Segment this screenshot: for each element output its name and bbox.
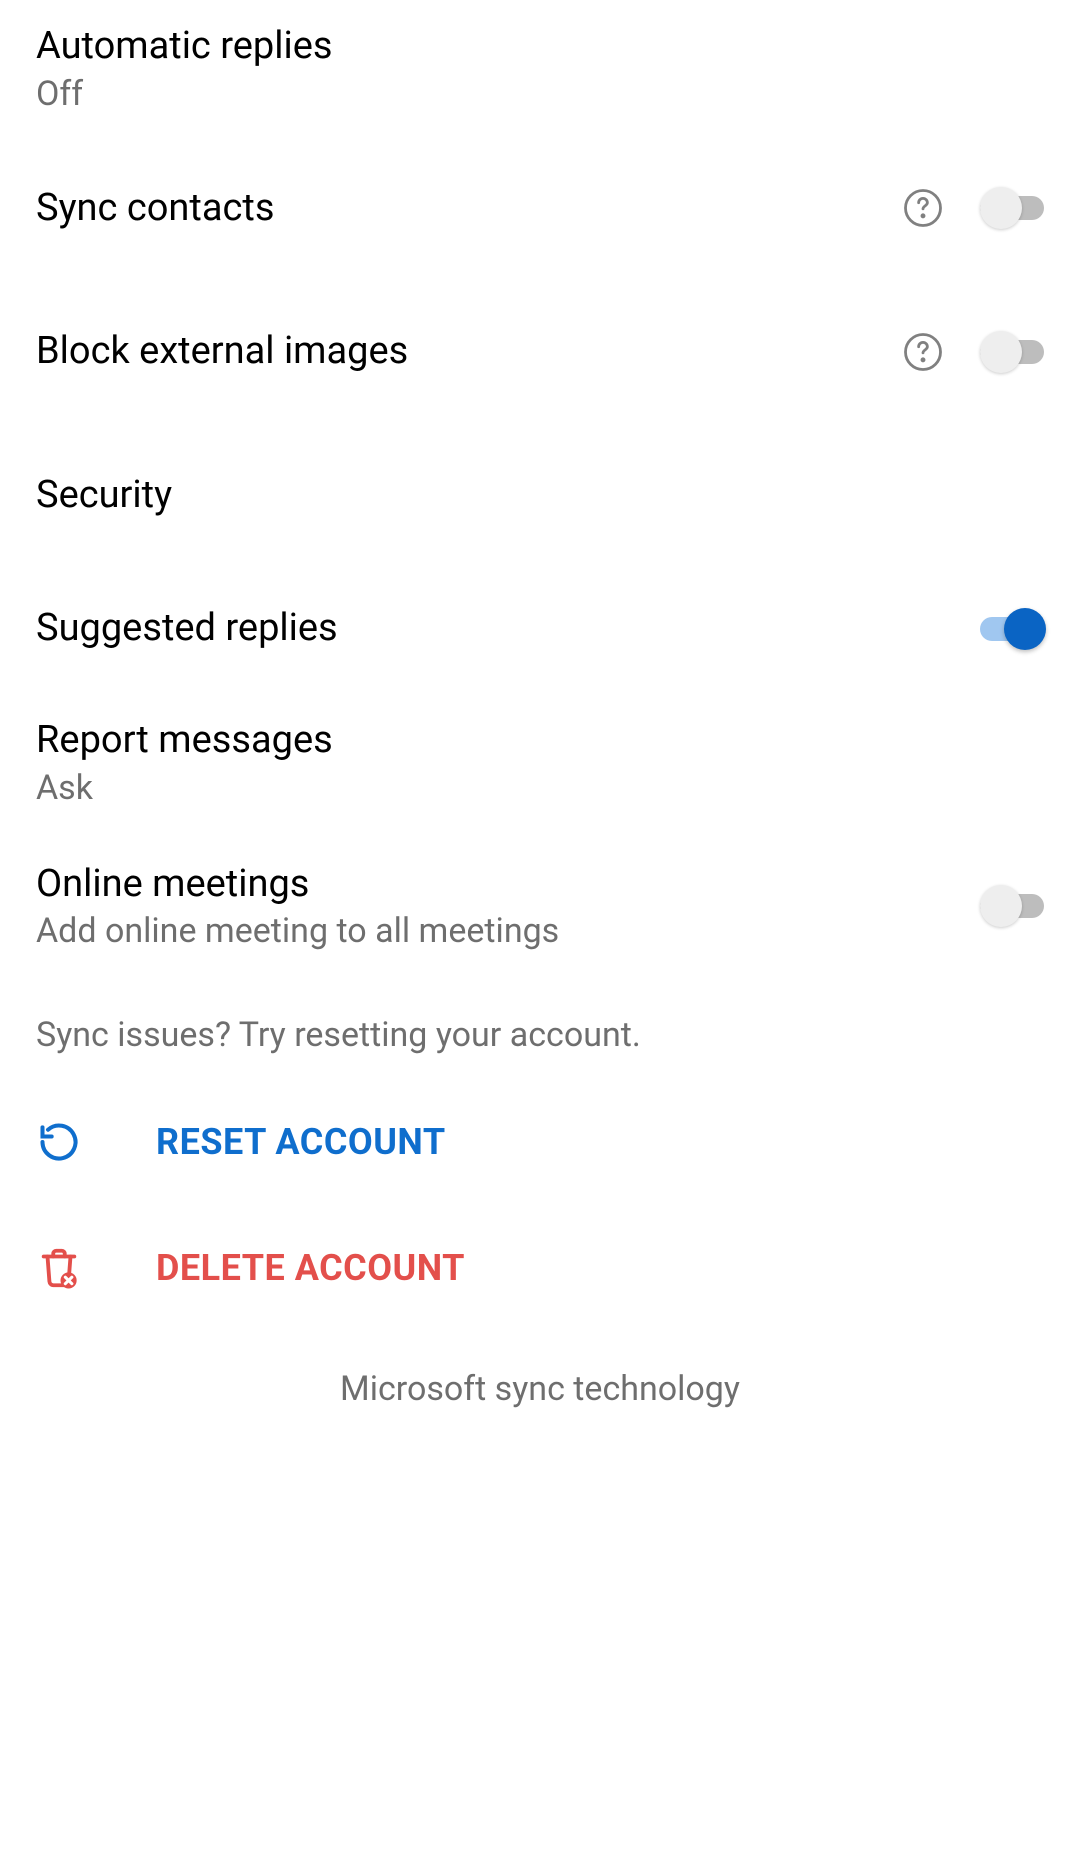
automatic-replies-title: Automatic replies [36, 24, 1044, 70]
reset-account-button[interactable]: RESET ACCOUNT [36, 1079, 1044, 1205]
online-meetings-title: Online meetings [36, 862, 980, 908]
automatic-replies-row[interactable]: Automatic replies Off [36, 0, 1044, 144]
reset-icon [36, 1119, 82, 1165]
suggested-replies-row[interactable]: Suggested replies [36, 564, 1044, 694]
delete-account-label: DELETE ACCOUNT [156, 1247, 465, 1289]
delete-account-button[interactable]: DELETE ACCOUNT [36, 1205, 1044, 1331]
block-external-images-toggle[interactable] [980, 331, 1044, 373]
online-meetings-toggle[interactable] [980, 885, 1044, 927]
suggested-replies-toggle[interactable] [980, 608, 1044, 650]
reset-account-label: RESET ACCOUNT [156, 1121, 446, 1163]
suggested-replies-title: Suggested replies [36, 606, 980, 652]
help-icon[interactable] [902, 331, 944, 373]
help-icon[interactable] [902, 187, 944, 229]
block-external-images-row[interactable]: Block external images [36, 287, 1044, 431]
report-messages-subtitle: Ask [36, 768, 1044, 808]
sync-contacts-title: Sync contacts [36, 186, 902, 232]
online-meetings-subtitle: Add online meeting to all meetings [36, 911, 980, 951]
sync-contacts-toggle[interactable] [980, 187, 1044, 229]
online-meetings-row[interactable]: Online meetings Add online meeting to al… [36, 838, 1044, 982]
footer-text: Microsoft sync technology [36, 1331, 1044, 1447]
block-external-images-title: Block external images [36, 329, 902, 375]
report-messages-row[interactable]: Report messages Ask [36, 694, 1044, 838]
security-title: Security [36, 473, 1044, 519]
trash-icon [36, 1245, 82, 1291]
report-messages-title: Report messages [36, 718, 1044, 764]
security-row[interactable]: Security [36, 431, 1044, 565]
automatic-replies-subtitle: Off [36, 74, 1044, 114]
sync-contacts-row[interactable]: Sync contacts [36, 144, 1044, 288]
sync-issues-hint: Sync issues? Try resetting your account. [36, 981, 1044, 1079]
